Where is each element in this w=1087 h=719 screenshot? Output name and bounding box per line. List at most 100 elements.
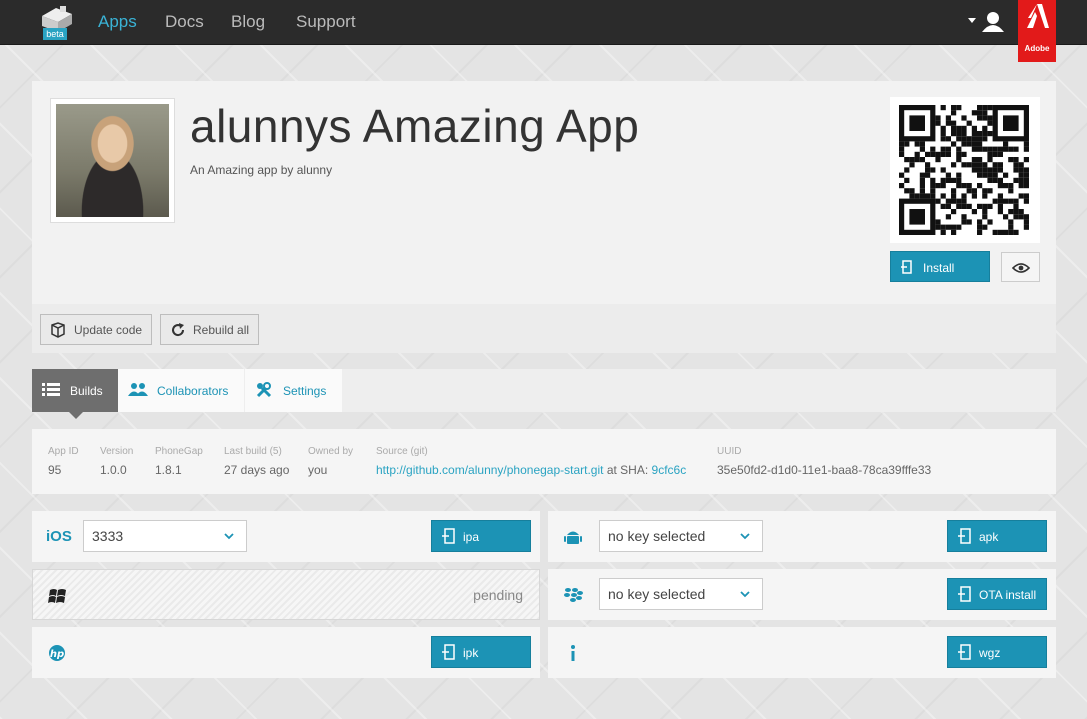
app-id-value: 95 [48, 463, 62, 477]
list-icon [42, 383, 60, 396]
blackberry-icon [564, 588, 583, 602]
android-icon [564, 531, 582, 544]
last-build-value: 27 days ago [224, 463, 290, 477]
chevron-down-icon [740, 533, 750, 540]
install-icon [901, 260, 912, 274]
install-label: Install [923, 261, 955, 275]
android-signing-key-select[interactable]: no key selected [599, 520, 763, 552]
tools-icon [256, 382, 272, 398]
adobe-icon [1027, 4, 1049, 28]
users-icon [128, 383, 148, 396]
eye-icon [1012, 263, 1030, 273]
windows-icon [48, 589, 66, 603]
nav-blog[interactable]: Blog [231, 12, 265, 32]
app-header-panel: alunnys Amazing App An Amazing app by al… [32, 81, 1056, 304]
webos-download-label: ipk [463, 646, 479, 660]
download-icon [958, 644, 971, 660]
app-icon-frame [50, 98, 175, 223]
tab-collaborators-label: Collaborators [157, 384, 229, 398]
update-code-icon [51, 322, 65, 338]
webos-download-button[interactable]: ipk [431, 636, 531, 668]
nav-apps[interactable]: Apps [98, 12, 137, 32]
nav-docs[interactable]: Docs [165, 12, 204, 32]
sha-prefix: at SHA: [606, 463, 649, 477]
source-label: Source (git) [376, 446, 428, 457]
svg-text:hp: hp [50, 649, 64, 660]
tab-collaborators[interactable]: Collaborators [118, 369, 244, 412]
beta-badge: beta [43, 28, 67, 40]
top-navbar: beta Apps Docs Blog Support Adobe [0, 0, 1087, 62]
blackberry-download-button[interactable]: OTA install [947, 578, 1047, 610]
platform-card-symbian: wgz [548, 627, 1056, 678]
source-url-link[interactable]: http://github.com/alunny/phonegap-start.… [376, 463, 603, 477]
refresh-icon [172, 323, 185, 337]
nav-support[interactable]: Support [296, 12, 356, 32]
android-key-value: no key selected [608, 528, 706, 544]
symbian-download-button[interactable]: wgz [947, 636, 1047, 668]
version-value: 1.0.0 [100, 463, 127, 477]
ios-label: iOS [46, 528, 72, 545]
preview-button[interactable] [1001, 252, 1040, 282]
platform-card-ios: iOS 3333 ipa [32, 511, 540, 562]
phonegap-value: 1.8.1 [155, 463, 182, 477]
app-info-bar: App ID 95 Version 1.0.0 PhoneGap 1.8.1 L… [32, 429, 1056, 494]
phonegap-label: PhoneGap [155, 446, 203, 457]
rebuild-all-button[interactable]: Rebuild all [160, 314, 259, 345]
platform-card-android: no key selected apk [548, 511, 1056, 562]
app-id-label: App ID [48, 446, 79, 457]
hp-icon: hp [49, 645, 65, 661]
update-code-button[interactable]: Update code [40, 314, 152, 345]
phonegap-build-logo[interactable]: beta [38, 4, 78, 42]
owned-by-label: Owned by [308, 446, 354, 457]
ios-download-label: ipa [463, 530, 480, 544]
tab-settings-label: Settings [283, 384, 327, 398]
ios-key-value: 3333 [92, 528, 124, 544]
symbian-download-label: wgz [979, 646, 1001, 660]
install-button[interactable]: Install [890, 251, 990, 282]
blackberry-signing-key-select[interactable]: no key selected [599, 578, 763, 610]
info-source: Source (git) http://github.com/alunny/ph… [376, 446, 686, 477]
windows-status: pending [473, 587, 523, 603]
tab-bar: Builds Collaborators Settings [32, 369, 1056, 419]
android-download-label: apk [979, 530, 999, 544]
active-tab-pointer [69, 412, 83, 419]
chevron-down-icon [740, 591, 750, 598]
adobe-label: Adobe [1024, 44, 1050, 53]
action-bar: Update code Rebuild all [32, 304, 1056, 353]
tab-builds-label: Builds [70, 384, 103, 398]
info-last-build: Last build (5) 27 days ago [224, 446, 289, 477]
uuid-label: UUID [717, 446, 742, 457]
tab-builds[interactable]: Builds [32, 369, 118, 419]
app-subtitle: An Amazing app by alunny [190, 163, 333, 177]
tab-settings[interactable]: Settings [245, 369, 342, 412]
info-icon [571, 645, 575, 661]
download-icon [958, 586, 971, 602]
uuid-value: 35e50fd2-d1d0-11e1-baa8-78ca39fffe33 [717, 463, 932, 477]
android-download-button[interactable]: apk [947, 520, 1047, 552]
download-icon [958, 528, 971, 544]
blackberry-key-value: no key selected [608, 586, 706, 602]
user-icon [968, 12, 1004, 32]
qr-code [890, 97, 1040, 243]
user-menu[interactable] [966, 10, 1008, 34]
rebuild-all-label: Rebuild all [193, 323, 250, 337]
info-uuid: UUID 35e50fd2-d1d0-11e1-baa8-78ca39fffe3… [717, 446, 931, 477]
download-icon [442, 644, 455, 660]
platform-card-webos: hp ipk [32, 627, 540, 678]
ios-download-button[interactable]: ipa [431, 520, 531, 552]
chevron-down-icon [224, 533, 234, 540]
adobe-logo[interactable]: Adobe [1018, 0, 1056, 62]
last-build-label: Last build (5) [224, 446, 282, 457]
owned-by-value: you [308, 463, 328, 477]
info-owned-by: Owned by you [308, 446, 353, 477]
info-version: Version 1.0.0 [100, 446, 133, 477]
ios-signing-key-select[interactable]: 3333 [83, 520, 247, 552]
info-phonegap: PhoneGap 1.8.1 [155, 446, 203, 477]
platform-card-blackberry: no key selected OTA install [548, 569, 1056, 620]
version-label: Version [100, 446, 134, 457]
source-value: http://github.com/alunny/phonegap-start.… [376, 463, 686, 477]
app-icon-image [56, 104, 169, 217]
info-app-id: App ID 95 [48, 446, 79, 477]
blackberry-download-label: OTA install [979, 588, 1037, 602]
sha-link[interactable]: 9cfc6c [652, 463, 687, 477]
